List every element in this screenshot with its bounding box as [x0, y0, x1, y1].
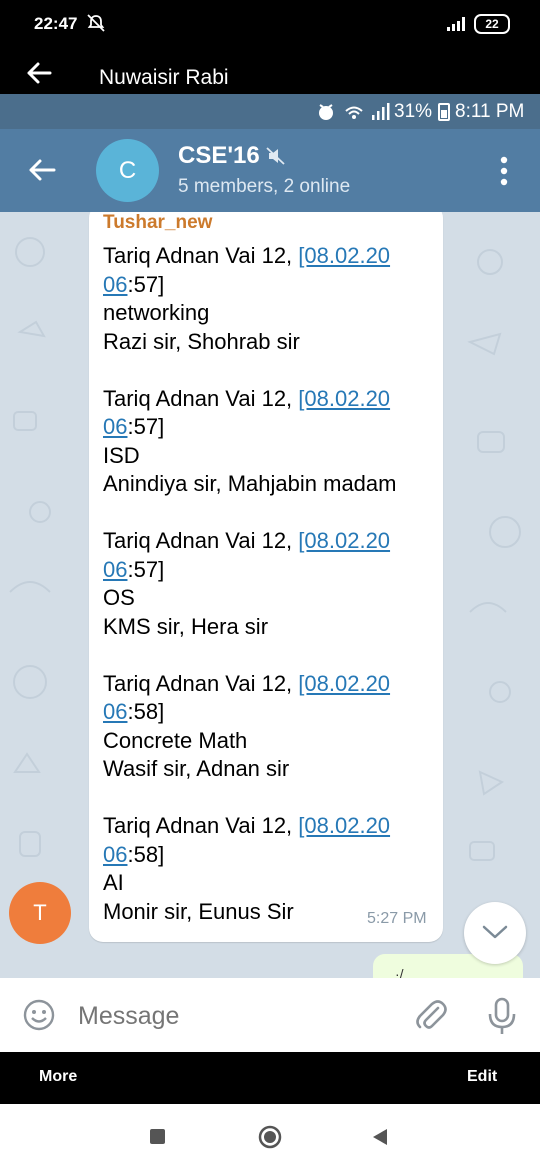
signal-icon	[447, 17, 465, 31]
forwarded-entry: Tariq Adnan Vai 12, [08.02.20 06:57] net…	[103, 242, 435, 356]
message-bubble[interactable]: Tushar_new Tariq Adnan Vai 12, [08.02.20…	[89, 212, 443, 942]
date-link[interactable]: 06	[103, 699, 127, 724]
more-button[interactable]: More	[39, 1068, 77, 1086]
date-link[interactable]: [08.02.20	[298, 243, 390, 268]
sender-avatar[interactable]: T	[9, 882, 71, 944]
message-sender[interactable]: Tushar_new	[103, 212, 212, 234]
entry-course: Concrete Math	[103, 727, 248, 753]
entry-author: Tariq Adnan Vai 12,	[103, 385, 299, 411]
home-icon[interactable]	[258, 1125, 282, 1149]
entry-author: Tariq Adnan Vai 12,	[103, 670, 299, 696]
edit-button[interactable]: Edit	[467, 1068, 497, 1086]
scroll-down-button[interactable]	[464, 902, 526, 964]
emoji-icon[interactable]	[22, 998, 58, 1034]
entry-time: :58]	[127, 699, 165, 724]
outer-status-bar: 22:47 22	[0, 0, 540, 52]
group-member-status: 5 members, 2 online	[178, 176, 351, 197]
date-link[interactable]: 06	[103, 842, 127, 867]
inner-battery-percent: 31%	[394, 101, 433, 122]
date-link[interactable]: 06	[103, 414, 127, 439]
entry-author: Tariq Adnan Vai 12,	[103, 243, 299, 268]
viewer-contact-name: Nuwaisir Rabi	[99, 66, 229, 89]
navigation-bar	[0, 1104, 540, 1170]
inner-clock: 8:11 PM	[455, 101, 525, 122]
entry-time: :57]	[127, 414, 165, 439]
more-options-icon[interactable]	[492, 153, 516, 189]
battery-icon	[438, 103, 450, 121]
entry-time: :57]	[127, 556, 165, 582]
message-input[interactable]	[78, 1002, 398, 1031]
microphone-icon[interactable]	[486, 996, 518, 1036]
group-avatar[interactable]: C	[96, 139, 159, 202]
status-time: 22:47	[34, 14, 78, 33]
group-title[interactable]: CSE'16	[178, 142, 260, 170]
entry-time: :58]	[127, 841, 165, 867]
date-link[interactable]: [08.02.20	[298, 671, 390, 696]
back-arrow-icon[interactable]	[24, 58, 54, 88]
entry-author: Tariq Adnan Vai 12,	[103, 528, 299, 553]
inner-status-bar: 31% 8:11 PM	[0, 94, 540, 129]
entry-course: AI	[103, 870, 124, 895]
message-composer	[0, 978, 540, 1052]
message-body: Tariq Adnan Vai 12, [08.02.20 06:57] net…	[103, 242, 435, 955]
back-icon[interactable]	[371, 1128, 389, 1146]
entry-course: ISD	[103, 442, 140, 468]
viewer-app-bar: Nuwaisir Rabi	[0, 52, 540, 94]
forwarded-entry: Tariq Adnan Vai 12, [08.02.20 06:57] OS …	[103, 527, 435, 641]
forwarded-entry: Tariq Adnan Vai 12, [08.02.20 06:57] ISD…	[103, 385, 435, 499]
screenshot-action-bar: More Edit	[0, 1052, 540, 1104]
entry-course: networking	[103, 300, 210, 325]
date-link[interactable]: [08.02.20	[298, 813, 390, 838]
forwarded-entry: Tariq Adnan Vai 12, [08.02.20 06:58] Con…	[103, 670, 435, 784]
entry-course: OS	[103, 585, 135, 610]
entry-teachers: KMS sir, Hera sir	[103, 613, 269, 639]
muted-icon	[266, 147, 285, 165]
battery-icon: 22	[474, 14, 510, 34]
attach-icon[interactable]	[414, 998, 448, 1034]
entry-teachers: Anindiya sir, Mahjabin madam	[103, 471, 397, 496]
chevron-down-icon	[482, 925, 508, 939]
date-link[interactable]: 06	[103, 272, 127, 297]
entry-time: :57]	[127, 271, 165, 297]
partial-message-glyph: ·/	[395, 966, 404, 978]
chat-area[interactable]: Tushar_new Tariq Adnan Vai 12, [08.02.20…	[0, 212, 540, 978]
recent-apps-icon[interactable]	[150, 1129, 165, 1144]
back-arrow-icon[interactable]	[26, 154, 58, 186]
entry-teachers: Razi sir, Shohrab sir	[103, 328, 300, 354]
message-time: 5:27 PM	[367, 910, 427, 927]
chat-header: C CSE'16 5 members, 2 online	[0, 129, 540, 212]
entry-author: Tariq Adnan Vai 12,	[103, 813, 299, 838]
forwarded-entry: Tariq Adnan Vai 12, [08.02.20 06:58] AI …	[103, 812, 435, 926]
entry-teachers: Wasif sir, Adnan sir	[103, 756, 290, 781]
date-link[interactable]: [08.02.20	[298, 386, 390, 411]
alarm-wifi-signal-icons	[319, 103, 390, 120]
date-link[interactable]: 06	[103, 557, 127, 582]
date-link[interactable]: [08.02.20	[298, 528, 390, 553]
do-not-disturb-icon	[87, 14, 105, 32]
